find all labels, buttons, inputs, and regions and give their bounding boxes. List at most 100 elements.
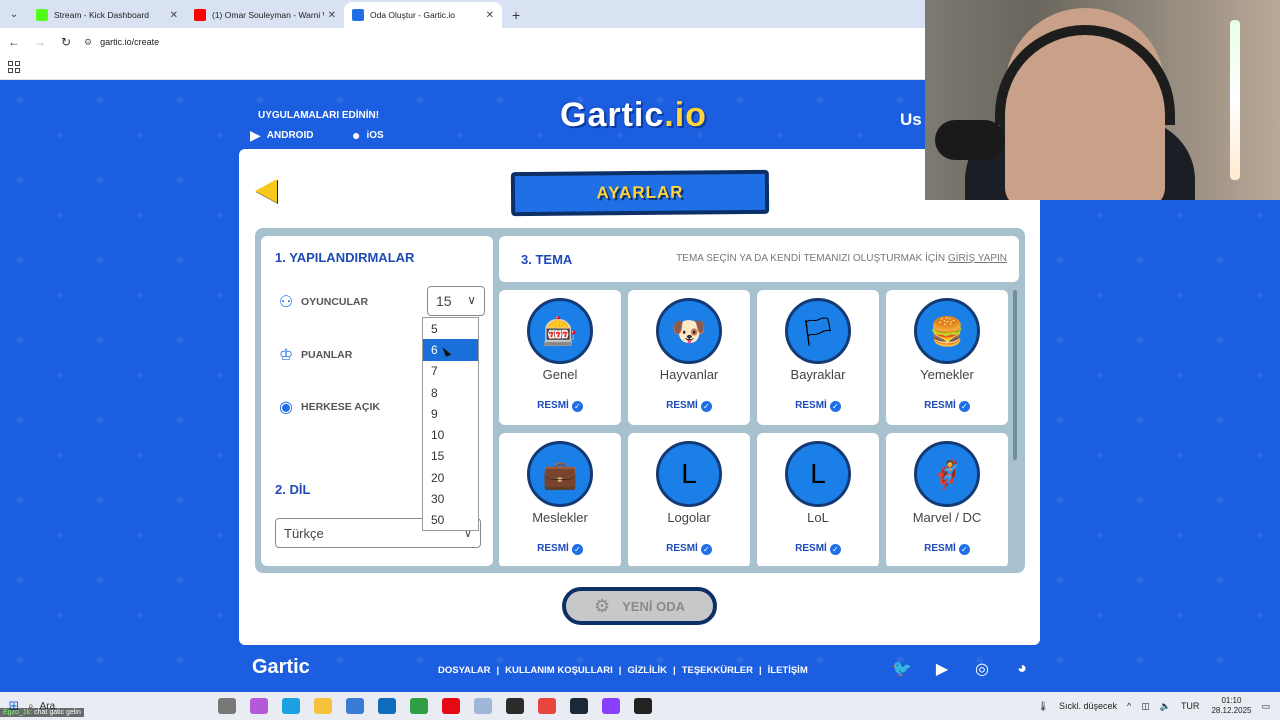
android-link[interactable]: ▶ ANDROID <box>250 127 313 144</box>
players-option[interactable]: 15 <box>423 446 478 467</box>
taskbar-clock[interactable]: 01:10 28.12.2025 <box>1211 696 1251 716</box>
close-tab-icon[interactable]: ✕ <box>170 10 178 21</box>
footer-link-files[interactable]: DOSYALAR <box>438 665 490 676</box>
app-icon[interactable] <box>474 698 492 714</box>
windows-taskbar: ⊞ ⌕ Ara 🌡 Sıckl. düşecek ^ ◫ 🔈 TUR 01:10… <box>0 692 1280 720</box>
theme-scrollbar[interactable] <box>1013 290 1017 460</box>
apps-grid-icon[interactable] <box>8 61 20 73</box>
edge-icon[interactable] <box>282 698 300 714</box>
points-row: ♔ PUANLAR <box>275 344 353 366</box>
browser-tab-gartic[interactable]: Oda Oluştur - Gartic.io ✕ <box>344 2 502 28</box>
players-option[interactable]: 8 <box>423 382 478 403</box>
network-icon[interactable]: ◫ <box>1141 701 1150 712</box>
new-tab-icon[interactable]: + <box>502 2 530 28</box>
check-icon: ✓ <box>829 401 841 412</box>
tab-title: (1) Omar Souleyman - Warni W <box>212 10 324 20</box>
footer-link-privacy[interactable]: GİZLİLİK <box>627 665 667 676</box>
login-link[interactable]: GİRİŞ YAPIN <box>948 253 1007 264</box>
twitter-icon[interactable]: 🐦 <box>892 660 912 678</box>
footer-link-thanks[interactable]: TEŞEKKÜRLER <box>682 665 753 676</box>
forward-icon[interactable]: → <box>28 35 52 49</box>
footer-link-terms[interactable]: KULLANIM KOŞULLARI <box>505 665 613 676</box>
teams-icon[interactable] <box>410 698 428 714</box>
check-icon: ✓ <box>958 544 970 555</box>
theme-name: Meslekler <box>532 510 588 525</box>
public-row: ◉ HERKESE AÇIK <box>275 396 380 418</box>
notifications-icon[interactable]: ▭ <box>1261 701 1270 712</box>
language-title: 2. DİL <box>275 482 311 497</box>
netflix-icon[interactable] <box>442 698 460 714</box>
play-store-icon: ▶ <box>250 127 261 143</box>
obs-icon[interactable] <box>506 698 524 714</box>
official-badge-label: RESMİ <box>666 543 698 554</box>
footer-logo[interactable]: Gartic <box>252 656 310 679</box>
players-option[interactable]: 5 <box>423 318 478 339</box>
tray-chevron-icon[interactable]: ^ <box>1127 701 1131 711</box>
youtube-icon[interactable]: ▶ <box>932 660 952 678</box>
official-badge-label: RESMİ <box>795 543 827 554</box>
theme-card[interactable]: 🎰 Genel RESMİ ✓ <box>499 290 621 425</box>
discord-icon[interactable]: ◕ <box>1012 660 1032 678</box>
close-tab-icon[interactable]: ✕ <box>328 10 336 21</box>
android-label: ANDROID <box>266 130 314 141</box>
theme-name: LoL <box>807 510 829 525</box>
site-info-icon[interactable]: ⚙ <box>84 37 92 48</box>
eye-icon: ◉ <box>279 399 293 416</box>
tab-search-chevron-icon[interactable]: ⌄ <box>0 0 28 28</box>
theme-card[interactable]: 🍔 Yemekler RESMİ ✓ <box>886 290 1008 425</box>
chat-overlay: Egzo_1k: chat gatic gelin <box>0 708 84 717</box>
address-bar[interactable]: ⚙ gartic.io/create <box>84 37 159 48</box>
slot-machine-icon: 🎰 <box>527 298 593 364</box>
chrome-icon[interactable] <box>538 698 556 714</box>
players-option[interactable]: 10 <box>423 424 478 445</box>
input-language[interactable]: TUR <box>1181 701 1200 711</box>
back-arrow-icon[interactable] <box>255 179 277 203</box>
close-tab-icon[interactable]: ✕ <box>486 10 494 21</box>
players-option[interactable]: 6 <box>423 339 478 361</box>
ribbon-title: AYARLAR <box>596 182 684 203</box>
epic-games-icon[interactable] <box>634 698 652 714</box>
theme-card[interactable]: 🏳 Bayraklar RESMİ ✓ <box>757 290 879 425</box>
copilot-icon[interactable] <box>250 698 268 714</box>
official-badge: RESMİ ✓ <box>628 400 750 412</box>
theme-card[interactable]: 💼 Meslekler RESMİ ✓ <box>499 433 621 566</box>
gartic-logo[interactable]: Gartic.io <box>560 96 707 135</box>
players-select[interactable]: 15 ∨ <box>427 286 485 316</box>
players-option[interactable]: 7 <box>423 361 478 382</box>
trophy-icon: ♔ <box>278 347 294 364</box>
weather-icon: 🌡 <box>1037 700 1049 711</box>
outlook-icon[interactable] <box>378 698 396 714</box>
ios-link[interactable]: ● iOS <box>352 127 384 143</box>
official-badge: RESMİ ✓ <box>886 543 1008 555</box>
players-option[interactable]: 50 <box>423 510 478 531</box>
players-option[interactable]: 20 <box>423 467 478 488</box>
tab-title: Oda Oluştur - Gartic.io <box>370 10 456 20</box>
new-room-button[interactable]: ⚙ YENİ ODA <box>562 587 717 625</box>
volume-icon[interactable]: 🔈 <box>1160 701 1171 712</box>
footer-link-contact[interactable]: İLETİŞİM <box>768 665 808 676</box>
footer-links: DOSYALAR | KULLANIM KOŞULLARI | GİZLİLİK | … <box>438 665 808 676</box>
theme-card[interactable]: L Logolar RESMİ ✓ <box>628 433 750 566</box>
points-label: PUANLAR <box>301 349 353 361</box>
instagram-icon[interactable]: ◎ <box>972 660 992 678</box>
players-label: OYUNCULAR <box>301 296 369 308</box>
browser-tab-kick[interactable]: Stream - Kick Dashboard ✕ <box>28 2 186 28</box>
players-option[interactable]: 30 <box>423 488 478 509</box>
reload-icon[interactable]: ↻ <box>54 35 78 49</box>
flag-icon: 🏳 <box>785 298 851 364</box>
theme-card[interactable]: L LoL RESMİ ✓ <box>757 433 879 566</box>
theme-card[interactable]: 🐶 Hayvanlar RESMİ ✓ <box>628 290 750 425</box>
light-strip <box>1230 20 1240 180</box>
file-explorer-icon[interactable] <box>314 698 332 714</box>
url-text: gartic.io/create <box>100 37 160 47</box>
messenger-icon[interactable] <box>602 698 620 714</box>
browser-tab-youtube[interactable]: (1) Omar Souleyman - Warni W ✕ <box>186 2 344 28</box>
players-option[interactable]: 9 <box>423 403 478 424</box>
store-icon[interactable] <box>346 698 364 714</box>
weather-text[interactable]: Sıckl. düşecek <box>1059 701 1117 711</box>
steam-icon[interactable] <box>570 698 588 714</box>
task-view-icon[interactable] <box>218 698 236 714</box>
hero-mask-icon: 🦸 <box>914 441 980 507</box>
theme-card[interactable]: 🦸 Marvel / DC RESMİ ✓ <box>886 433 1008 566</box>
back-icon[interactable]: ← <box>2 35 26 49</box>
